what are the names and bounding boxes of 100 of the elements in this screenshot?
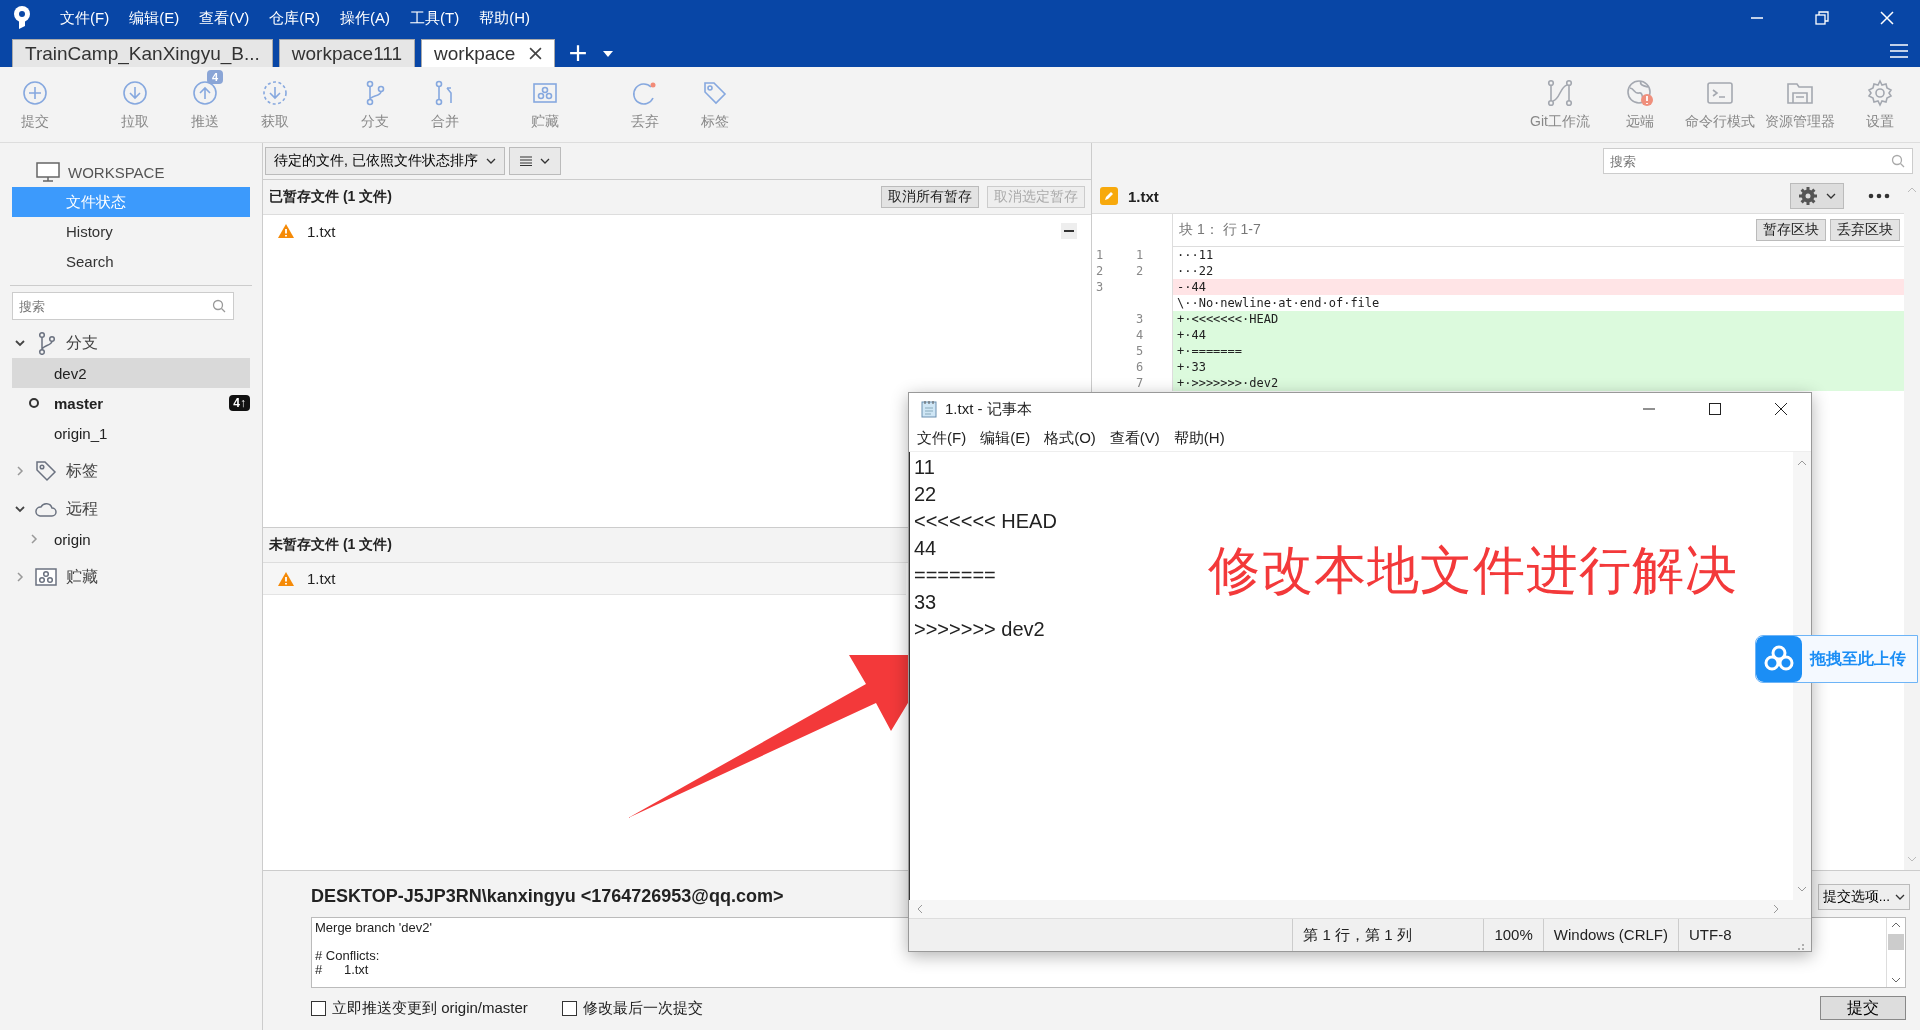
add-tab-icon[interactable] [569, 44, 588, 62]
sidebar-item[interactable]: History [12, 217, 250, 247]
tab-label: TrainCamp_KanXingyu_B... [25, 42, 260, 65]
scroll-down-icon[interactable] [1891, 977, 1901, 983]
text-line: <<<<<<< HEAD [914, 509, 1057, 534]
line-number: 5 [1136, 344, 1144, 358]
checkbox-label[interactable]: 立即推送变更到 origin/master [332, 998, 528, 1018]
section-title[interactable]: 贮藏 [66, 566, 98, 588]
section-title[interactable]: 标签 [66, 460, 98, 482]
down-arrow-circle-icon [121, 78, 149, 107]
repo-tab[interactable]: TrainCamp_KanXingyu_B... [12, 39, 273, 67]
settings-icon [1798, 186, 1818, 206]
unstage-button[interactable]: 取消所有暂存 [881, 186, 979, 208]
item-label: master [54, 394, 104, 412]
menu-item[interactable]: 仓库(R) [269, 8, 320, 28]
upload-label: 拖拽至此上传 [1810, 648, 1906, 669]
collapse-chevron-icon[interactable] [14, 503, 26, 515]
menu-item[interactable]: 文件(F) [60, 8, 110, 28]
scroll-up-icon[interactable] [1891, 921, 1901, 928]
section-title[interactable]: 远程 [66, 498, 98, 520]
menu-item[interactable]: 帮助(H) [479, 8, 530, 28]
restore-icon[interactable] [1814, 10, 1830, 26]
caret-icon[interactable] [603, 51, 614, 57]
commit-options-dropdown[interactable]: 提交选项... [1817, 883, 1910, 910]
status-item: 第 1 行，第 1 列 [1292, 919, 1484, 951]
file-name: 1.txt [1128, 187, 1159, 205]
file-name: 1.txt [307, 570, 336, 587]
close-icon[interactable] [1773, 401, 1789, 417]
scroll-down-icon[interactable] [1797, 886, 1807, 892]
monitor-icon [36, 162, 60, 182]
scrollbar-thumb[interactable] [1888, 933, 1904, 950]
sidebar-item[interactable]: Search [12, 247, 250, 277]
menu-item[interactable]: 文件(F) [917, 428, 967, 448]
menu-item[interactable]: 编辑(E) [980, 428, 1031, 448]
expand-chevron-icon[interactable] [14, 571, 26, 583]
scroll-left-icon[interactable] [917, 904, 923, 914]
maximize-icon[interactable] [1707, 401, 1723, 417]
commit-button[interactable]: 提交 [1820, 996, 1906, 1020]
status-item: 100% [1483, 919, 1543, 951]
count-badge: 4↑ [229, 395, 250, 411]
search-field[interactable]: 搜索 [12, 292, 234, 320]
menu-item[interactable]: 帮助(H) [1173, 428, 1225, 448]
line-number: 6 [1136, 360, 1144, 374]
scroll-right-icon[interactable] [1773, 904, 1779, 914]
author-label: DESKTOP-J5JP3RN\kanxingyu <1764726953@qq.com> [311, 886, 784, 908]
file-row[interactable]: 1.txt [263, 215, 1091, 247]
branch-item[interactable]: dev2 [12, 358, 250, 388]
diff-line: ···22 [1176, 263, 1215, 279]
expand-chevron-icon[interactable] [14, 465, 26, 477]
hunk-button[interactable]: 暂存区块 [1756, 219, 1826, 241]
menu-icon[interactable] [1890, 44, 1908, 58]
checkbox-label[interactable]: 修改最后一次提交 [582, 998, 703, 1018]
chevron-down-icon [1826, 193, 1836, 199]
menu-item[interactable]: 查看(V) [199, 8, 250, 28]
annotation-text: 修改本地文件进行解决 [1208, 540, 1738, 601]
more-icon[interactable] [1868, 193, 1890, 199]
text-line: 11 [914, 455, 935, 480]
unstaged-files-title: 未暂存文件 (1 文件) [269, 536, 392, 554]
tab-label: workpace [434, 42, 516, 65]
menu-item[interactable]: 查看(V) [1109, 428, 1160, 448]
resize-grip-icon[interactable] [1795, 941, 1805, 951]
repo-tab[interactable]: workpace [421, 39, 556, 67]
edit-file-icon [1100, 187, 1118, 205]
minus-icon[interactable] [1061, 223, 1077, 239]
flow-icon [1546, 78, 1574, 107]
tag-icon [34, 459, 58, 483]
line-number: 4 [1136, 328, 1144, 342]
filter-dropdown[interactable]: 待定的文件, 已依照文件状态排序 [265, 147, 505, 175]
menu-item[interactable]: 格式(O) [1044, 428, 1096, 448]
text-line: >>>>>>> dev2 [914, 617, 1045, 642]
collapse-chevron-icon[interactable] [14, 337, 26, 349]
menu-item[interactable]: 编辑(E) [129, 8, 180, 28]
line-number: 1 [1096, 248, 1104, 262]
line-number: 1 [1136, 248, 1144, 262]
line-number: 3 [1096, 280, 1104, 294]
search-icon[interactable] [212, 299, 226, 313]
checkbox[interactable] [311, 1000, 326, 1016]
diff-line: ···11 [1176, 247, 1215, 263]
menu-item[interactable]: 工具(T) [410, 8, 460, 28]
search-field[interactable]: 搜索 [1603, 148, 1913, 174]
menu-item[interactable]: 操作(A) [340, 8, 390, 28]
branch-item[interactable]: master 4↑ [12, 388, 250, 418]
text-line: 22 [914, 482, 937, 507]
checkbox[interactable] [561, 1000, 577, 1016]
close-icon[interactable] [529, 47, 543, 60]
hunk-button[interactable]: 丢弃区块 [1830, 219, 1900, 241]
view-dropdown[interactable] [508, 147, 561, 175]
options-dropdown[interactable] [1790, 183, 1844, 209]
text-line: 33 [914, 590, 937, 615]
text-line: ======= [914, 563, 996, 588]
branch-item[interactable]: origin [12, 524, 250, 554]
expand-chevron-icon[interactable] [28, 533, 40, 545]
warning-icon [277, 223, 295, 239]
repo-tab[interactable]: workpace111 [278, 39, 415, 67]
item-label: origin [54, 530, 91, 548]
staged-files-title: 已暂存文件 (1 文件) [269, 188, 392, 206]
scroll-up-icon[interactable] [1797, 460, 1807, 466]
branch-item[interactable]: origin_1 [12, 418, 250, 448]
section-title[interactable]: 分支 [66, 332, 98, 354]
file-row[interactable]: 1.txt [263, 563, 906, 595]
